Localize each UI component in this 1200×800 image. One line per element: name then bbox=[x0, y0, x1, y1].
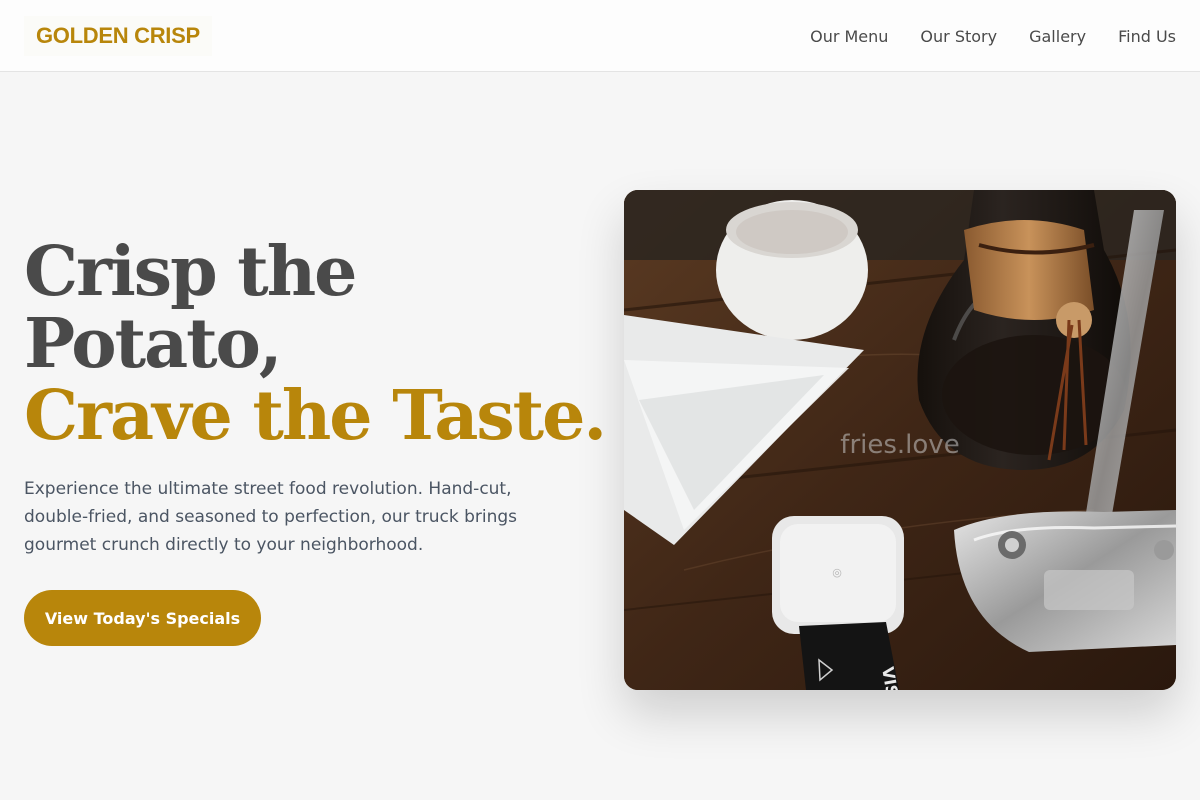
main-nav: Our Menu Our Story Gallery Find Us bbox=[810, 0, 1176, 72]
site-header: GOLDEN CRISP Our Menu Our Story Gallery … bbox=[0, 0, 1200, 72]
nav-link-our-story[interactable]: Our Story bbox=[920, 27, 997, 46]
hero-image: ◎ VISA fries.love bbox=[624, 190, 1176, 690]
svg-text:◎: ◎ bbox=[832, 566, 842, 579]
hero-title-line-2: Potato, bbox=[24, 304, 283, 384]
nav-link-our-menu[interactable]: Our Menu bbox=[810, 27, 888, 46]
hero-image-alt-text: fries.love bbox=[840, 430, 960, 460]
hero-title: Crisp the Potato, Crave the Taste. bbox=[24, 232, 607, 456]
brand-logo[interactable]: GOLDEN CRISP bbox=[24, 16, 212, 56]
view-specials-button[interactable]: View Today's Specials bbox=[24, 590, 261, 646]
hero-title-accent-line: Crave the Taste. bbox=[24, 376, 607, 456]
hero-description: Experience the ultimate street food revo… bbox=[24, 479, 518, 555]
nav-link-find-us[interactable]: Find Us bbox=[1118, 27, 1176, 46]
nav-link-gallery[interactable]: Gallery bbox=[1029, 27, 1086, 46]
hero-title-line-1: Crisp the bbox=[24, 232, 357, 312]
